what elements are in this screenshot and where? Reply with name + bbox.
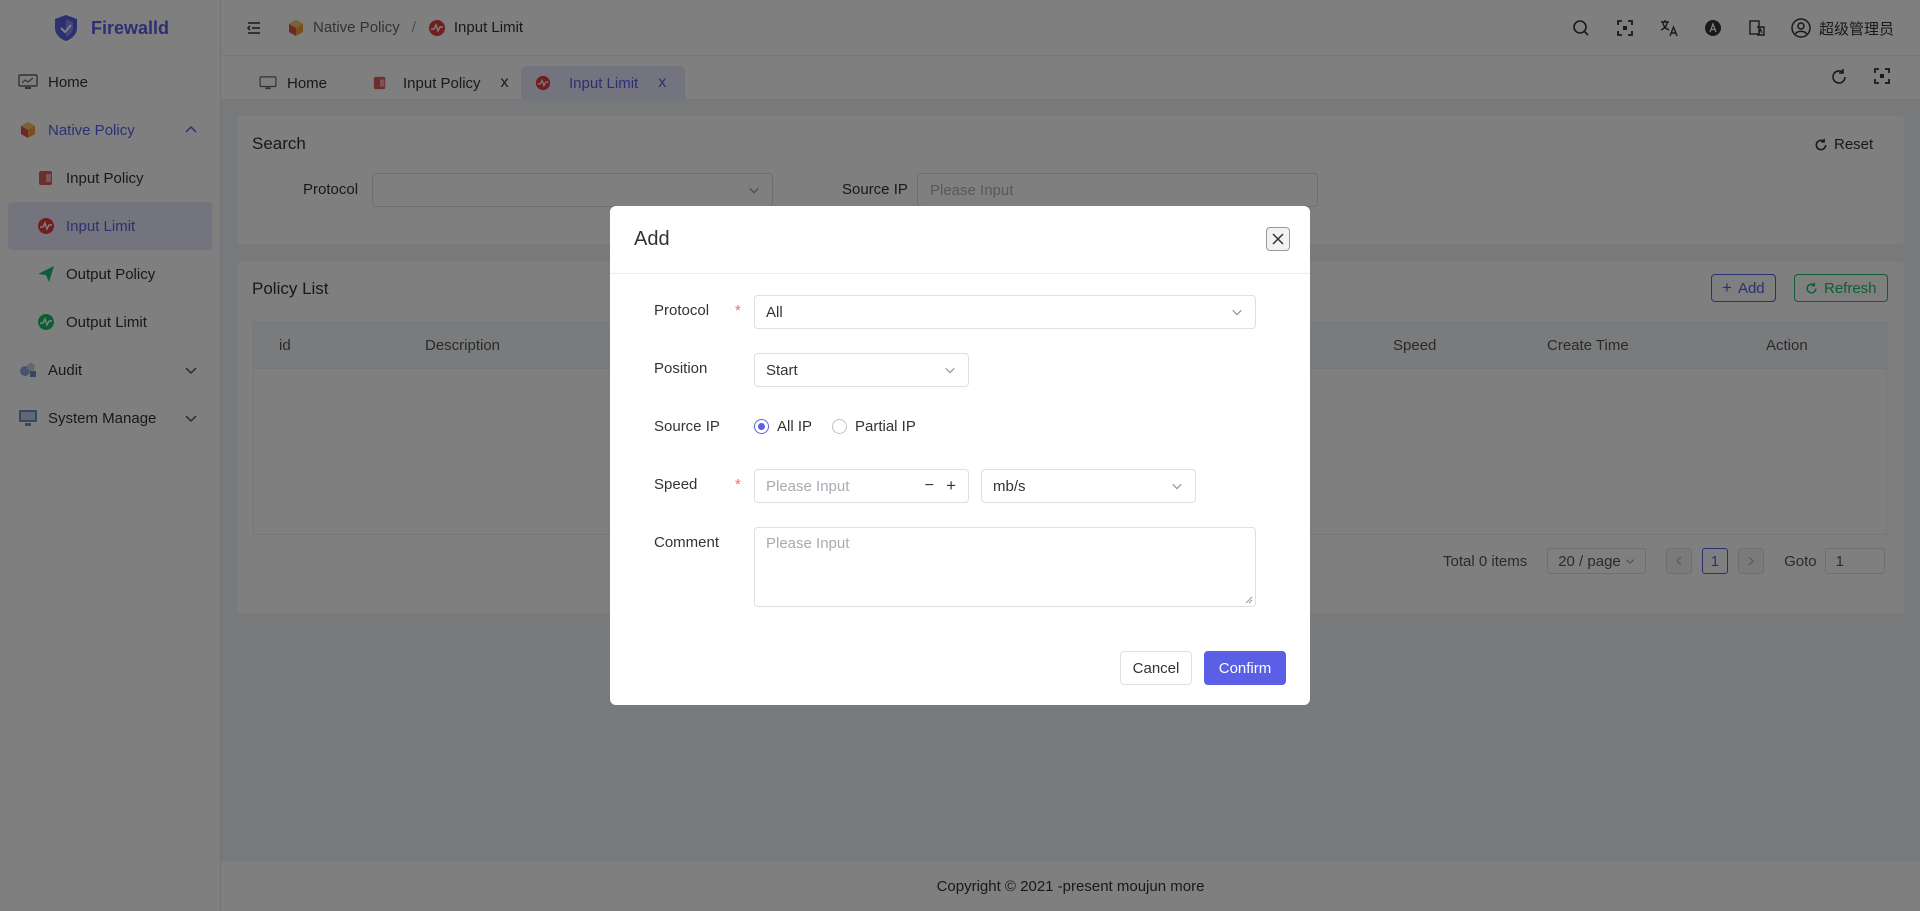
add-dialog: Add Protocol * All Position Start Source… <box>610 206 1310 705</box>
position-value: Start <box>766 361 798 379</box>
confirm-button[interactable]: Confirm <box>1204 651 1286 685</box>
speed-label: Speed <box>654 476 698 493</box>
chevron-down-icon <box>1172 483 1182 490</box>
dialog-title: Add <box>634 228 670 250</box>
comment-label: Comment <box>654 534 720 551</box>
source-ip-label: Source IP <box>654 418 720 435</box>
radio-partial-ip[interactable]: Partial IP <box>832 418 916 435</box>
radio-unchecked-icon <box>832 419 847 434</box>
protocol-label: Protocol <box>654 302 710 319</box>
radio-all-ip[interactable]: All IP <box>754 418 812 435</box>
radio-partial-ip-label: Partial IP <box>855 418 916 435</box>
close-icon[interactable] <box>1266 227 1290 251</box>
required-mark: * <box>735 302 741 319</box>
comment-textarea[interactable]: Please Input <box>754 527 1256 607</box>
resize-handle-icon[interactable] <box>1245 596 1253 604</box>
position-select[interactable]: Start <box>754 353 969 387</box>
required-mark: * <box>735 476 741 493</box>
protocol-select[interactable]: All <box>754 295 1256 329</box>
chevron-down-icon <box>945 367 955 374</box>
radio-checked-icon <box>754 419 769 434</box>
speed-input[interactable]: Please Input − + <box>754 469 969 503</box>
dialog-header: Add <box>610 206 1310 274</box>
protocol-value: All <box>766 303 783 321</box>
cancel-button[interactable]: Cancel <box>1120 651 1192 685</box>
speed-placeholder: Please Input <box>766 477 850 495</box>
chevron-down-icon <box>1232 309 1242 316</box>
speed-unit-select[interactable]: mb/s <box>981 469 1196 503</box>
increment-icon[interactable]: + <box>946 476 956 496</box>
position-label: Position <box>654 360 708 377</box>
comment-placeholder: Please Input <box>766 535 850 552</box>
speed-unit-value: mb/s <box>993 477 1026 495</box>
radio-all-ip-label: All IP <box>777 418 813 435</box>
decrement-icon[interactable]: − <box>925 477 934 495</box>
